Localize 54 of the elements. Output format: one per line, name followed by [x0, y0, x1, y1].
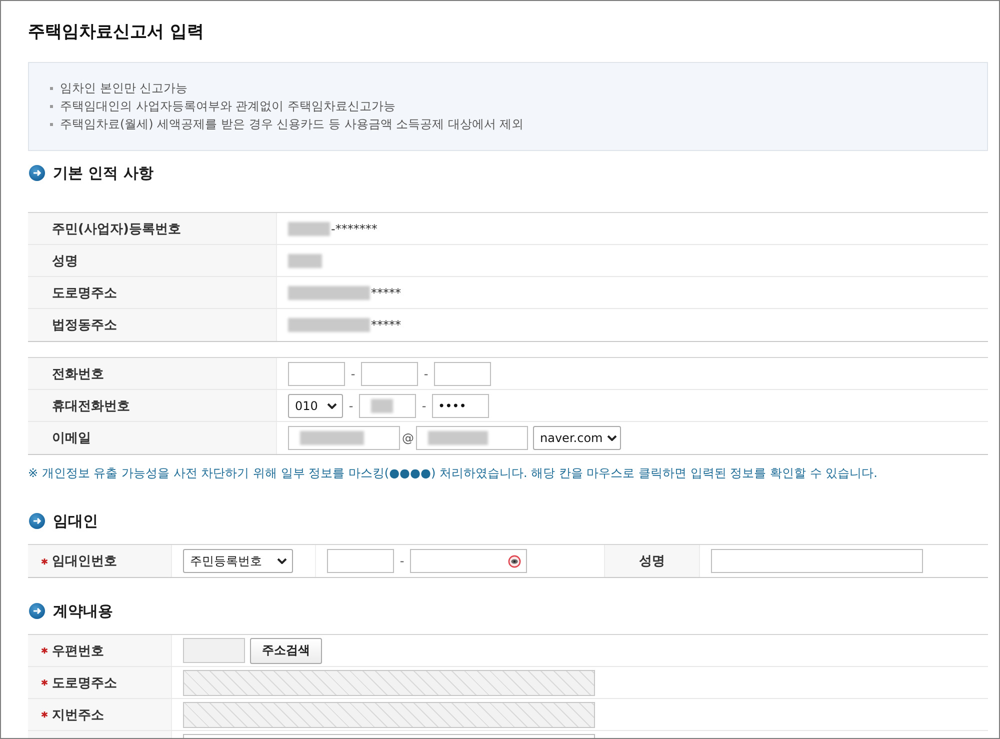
input-field[interactable]: [288, 426, 400, 450]
input-field[interactable]: [359, 394, 416, 418]
field-label: 성명: [52, 252, 78, 270]
notice-text: 주택임대인의 사업자등록여부와 관계없이 주택임차료신고가능: [60, 98, 396, 114]
field-label: 휴대전화번호: [52, 398, 130, 414]
section-heading: 기본 인적 사항: [53, 163, 154, 183]
notice-text: 임차인 본인만 신고가능: [60, 80, 188, 96]
eye-icon[interactable]: [508, 554, 521, 568]
bullet-icon: [50, 122, 53, 126]
arrow-circle-icon: [29, 513, 45, 529]
notice-text: 주택임차료(월세) 세액공제를 받은 경우 신용카드 등 사용금액 소득공제 대상에서 제외: [60, 116, 524, 132]
chevron-down-icon: [327, 402, 337, 408]
postcode-field[interactable]: [183, 638, 245, 663]
field-label: 전화번호: [52, 366, 104, 382]
masked-value: *****: [371, 286, 401, 300]
input-field[interactable]: [711, 549, 923, 573]
field-label: 주민(사업자)등록번호: [52, 220, 181, 238]
chevron-down-icon: [606, 435, 617, 441]
field-label: 도로명주소: [52, 674, 117, 692]
section-heading: 임대인: [53, 511, 98, 531]
dropdown[interactable]: 주민등록번호: [183, 549, 293, 573]
chevron-down-icon: [277, 558, 287, 564]
field-label: 성명: [639, 553, 665, 570]
field-label: 임대인번호: [52, 553, 117, 570]
masked-value: -*******: [331, 222, 378, 236]
field-label: 이메일: [52, 430, 91, 447]
field-label: 도로명주소: [52, 284, 117, 302]
separator-text: @: [401, 431, 415, 445]
field-label: 우편번호: [52, 642, 104, 660]
bullet-icon: [50, 104, 53, 108]
separator-text: -: [348, 398, 354, 412]
masked-value: *****: [371, 318, 401, 332]
dropdown[interactable]: 010: [288, 394, 343, 418]
address-search-button[interactable]: 주소검색: [250, 638, 322, 664]
page-title: 주택임차료신고서 입력: [28, 21, 205, 43]
separator-text: -: [350, 366, 356, 380]
masking-notice: ※ 개인정보 유출 가능성을 사전 차단하기 위해 일부 정보를 마스킹(●●●●) 처리하였습니다. 해당 칸을 마우스로 클릭하면 입력된 정보를 확인할 수 있습니다.: [28, 465, 878, 482]
input-field[interactable]: [410, 549, 527, 573]
separator-text: -: [420, 398, 428, 412]
arrow-circle-icon: [29, 165, 45, 181]
input-field[interactable]: [416, 426, 528, 450]
bullet-icon: [50, 86, 53, 90]
arrow-circle-icon: [29, 603, 45, 619]
input-field[interactable]: [361, 362, 418, 386]
input-field[interactable]: [288, 362, 345, 386]
field-label: 지번주소: [52, 706, 104, 724]
separator-text: -: [398, 554, 406, 568]
section-heading: 계약내용: [53, 601, 113, 621]
input-field[interactable]: [434, 362, 491, 386]
input-field[interactable]: ••••: [432, 394, 489, 418]
input-field[interactable]: [327, 549, 394, 573]
field-label: 법정동주소: [52, 317, 117, 334]
dropdown[interactable]: naver.com: [533, 426, 621, 450]
separator-text: -: [422, 366, 430, 380]
